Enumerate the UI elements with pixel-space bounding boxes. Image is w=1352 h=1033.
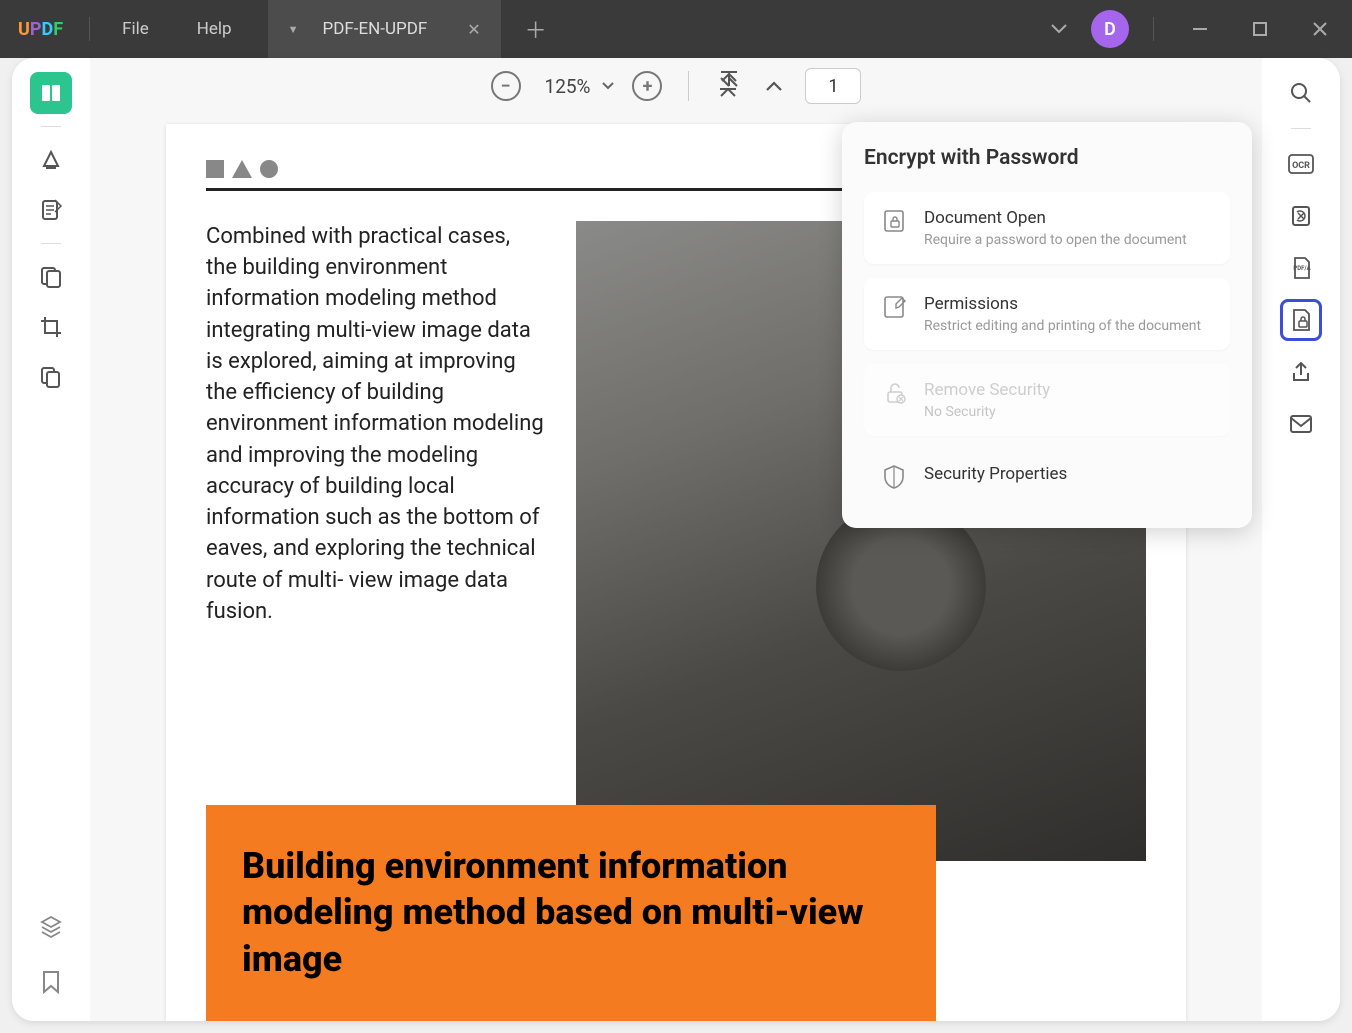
rail-separator xyxy=(1291,128,1311,129)
title-bar: UPDF File Help ▼ PDF-EN-UPDF ✕ ＋ D xyxy=(0,0,1352,58)
edit-doc-icon xyxy=(882,294,908,320)
bookmark-button[interactable] xyxy=(30,961,72,1003)
toolbar-separator xyxy=(688,71,689,101)
edit-tool-button[interactable] xyxy=(30,189,72,231)
svg-text:PDF/A: PDF/A xyxy=(1293,265,1311,272)
right-sidebar: OCR PDF/A xyxy=(1262,58,1340,1021)
option-label: Security Properties xyxy=(924,464,1212,484)
logo-u: U xyxy=(18,19,30,40)
convert-button[interactable] xyxy=(1280,195,1322,237)
page-number-input[interactable] xyxy=(805,68,861,104)
square-icon xyxy=(206,160,224,178)
avatar-initial: D xyxy=(1104,19,1116,40)
option-label: Document Open xyxy=(924,208,1212,228)
triangle-icon xyxy=(232,160,252,178)
close-tab-icon[interactable]: ✕ xyxy=(467,20,480,39)
divider xyxy=(89,17,90,41)
dropdown-icon xyxy=(602,82,614,90)
document-tab[interactable]: ▼ PDF-EN-UPDF ✕ xyxy=(268,0,501,58)
pages-tool-button[interactable] xyxy=(30,256,72,298)
option-sublabel: Require a password to open the document xyxy=(924,232,1212,248)
option-sublabel: Restrict editing and printing of the doc… xyxy=(924,318,1212,334)
permissions-option[interactable]: Permissions Restrict editing and printin… xyxy=(864,278,1230,350)
logo-f: F xyxy=(53,19,63,40)
zoom-in-button[interactable]: + xyxy=(632,71,662,101)
rail-separator xyxy=(41,126,61,127)
option-label: Permissions xyxy=(924,294,1212,314)
organize-tool-button[interactable] xyxy=(30,356,72,398)
encrypt-button[interactable] xyxy=(1280,299,1322,341)
option-label: Remove Security xyxy=(924,380,1212,400)
logo-p: P xyxy=(30,19,42,40)
divider xyxy=(1153,17,1154,41)
search-button[interactable] xyxy=(1280,72,1322,114)
zoom-value: 125% xyxy=(539,75,597,98)
user-avatar[interactable]: D xyxy=(1091,10,1129,48)
pdfa-button[interactable]: PDF/A xyxy=(1280,247,1322,289)
titlebar-right: D xyxy=(1043,10,1352,48)
left-sidebar xyxy=(12,58,90,1021)
close-window-button[interactable] xyxy=(1298,10,1342,48)
body-paragraph: Combined with practical cases, the build… xyxy=(206,221,546,861)
logo-d: D xyxy=(41,19,53,40)
top-toolbar: − 125% + xyxy=(90,58,1262,114)
lock-icon xyxy=(882,208,908,234)
crop-tool-button[interactable] xyxy=(30,306,72,348)
add-tab-button[interactable]: ＋ xyxy=(525,13,547,45)
popover-title: Encrypt with Password xyxy=(864,146,1230,170)
tab-title: PDF-EN-UPDF xyxy=(322,19,427,39)
remove-security-option: Remove Security No Security xyxy=(864,364,1230,436)
zoom-selector[interactable]: 125% xyxy=(539,75,615,98)
layers-button[interactable] xyxy=(30,905,72,947)
chevron-down-icon[interactable] xyxy=(1043,16,1075,42)
app-body: − 125% + xyxy=(12,58,1340,1021)
maximize-button[interactable] xyxy=(1238,10,1282,48)
encrypt-popover: Encrypt with Password Document Open Requ… xyxy=(842,122,1252,528)
prev-page-button[interactable] xyxy=(761,76,787,96)
app-logo: UPDF xyxy=(0,19,81,40)
first-page-button[interactable] xyxy=(715,66,743,106)
menu-help[interactable]: Help xyxy=(173,19,256,39)
email-button[interactable] xyxy=(1280,403,1322,445)
reader-mode-button[interactable] xyxy=(30,72,72,114)
circle-icon xyxy=(260,160,278,178)
document-open-option[interactable]: Document Open Require a password to open… xyxy=(864,192,1230,264)
headline-box: Building environment information modelin… xyxy=(206,805,936,1021)
minimize-button[interactable] xyxy=(1178,10,1222,48)
zoom-out-button[interactable]: − xyxy=(491,71,521,101)
ocr-button[interactable]: OCR xyxy=(1280,143,1322,185)
share-button[interactable] xyxy=(1280,351,1322,393)
security-properties-option[interactable]: Security Properties xyxy=(864,450,1230,504)
rail-separator xyxy=(41,243,61,244)
tab-dropdown-icon[interactable]: ▼ xyxy=(288,23,299,36)
unlock-icon xyxy=(882,380,908,406)
menu-file[interactable]: File xyxy=(98,19,173,39)
shield-icon xyxy=(882,464,908,490)
svg-text:OCR: OCR xyxy=(1292,161,1310,171)
highlighter-tool-button[interactable] xyxy=(30,139,72,181)
option-sublabel: No Security xyxy=(924,404,1212,420)
